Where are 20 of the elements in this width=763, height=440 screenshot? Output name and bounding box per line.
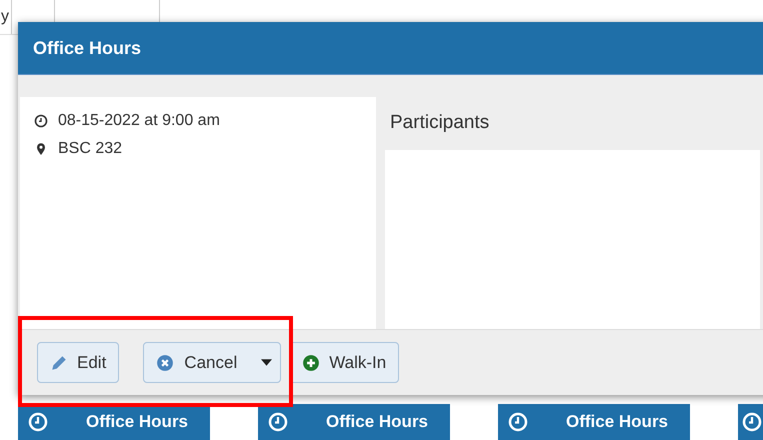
clock-icon [742,412,762,432]
dialog-title: Office Hours [33,38,142,58]
map-pin-icon [34,142,48,156]
clock-icon [508,412,528,432]
plus-icon [302,354,320,372]
calendar-event[interactable]: Office Hours [498,404,690,440]
calendar-event[interactable]: Office Hours [18,404,210,440]
calendar-event[interactable]: Office Hours [258,404,450,440]
pencil-icon [50,354,68,372]
clock-icon [28,412,48,432]
cancel-button[interactable]: Cancel [143,342,282,383]
date-time-text: 08-15-2022 at 9:00 am [58,112,220,130]
clock-icon [34,114,48,128]
close-icon [156,354,174,372]
view-tab[interactable]: y [0,0,12,34]
edit-button[interactable]: Edit [37,342,120,383]
caret-icon [261,359,272,366]
clock-icon [268,412,288,432]
participants-label: Participants [390,112,490,135]
location-text: BSC 232 [58,140,122,158]
